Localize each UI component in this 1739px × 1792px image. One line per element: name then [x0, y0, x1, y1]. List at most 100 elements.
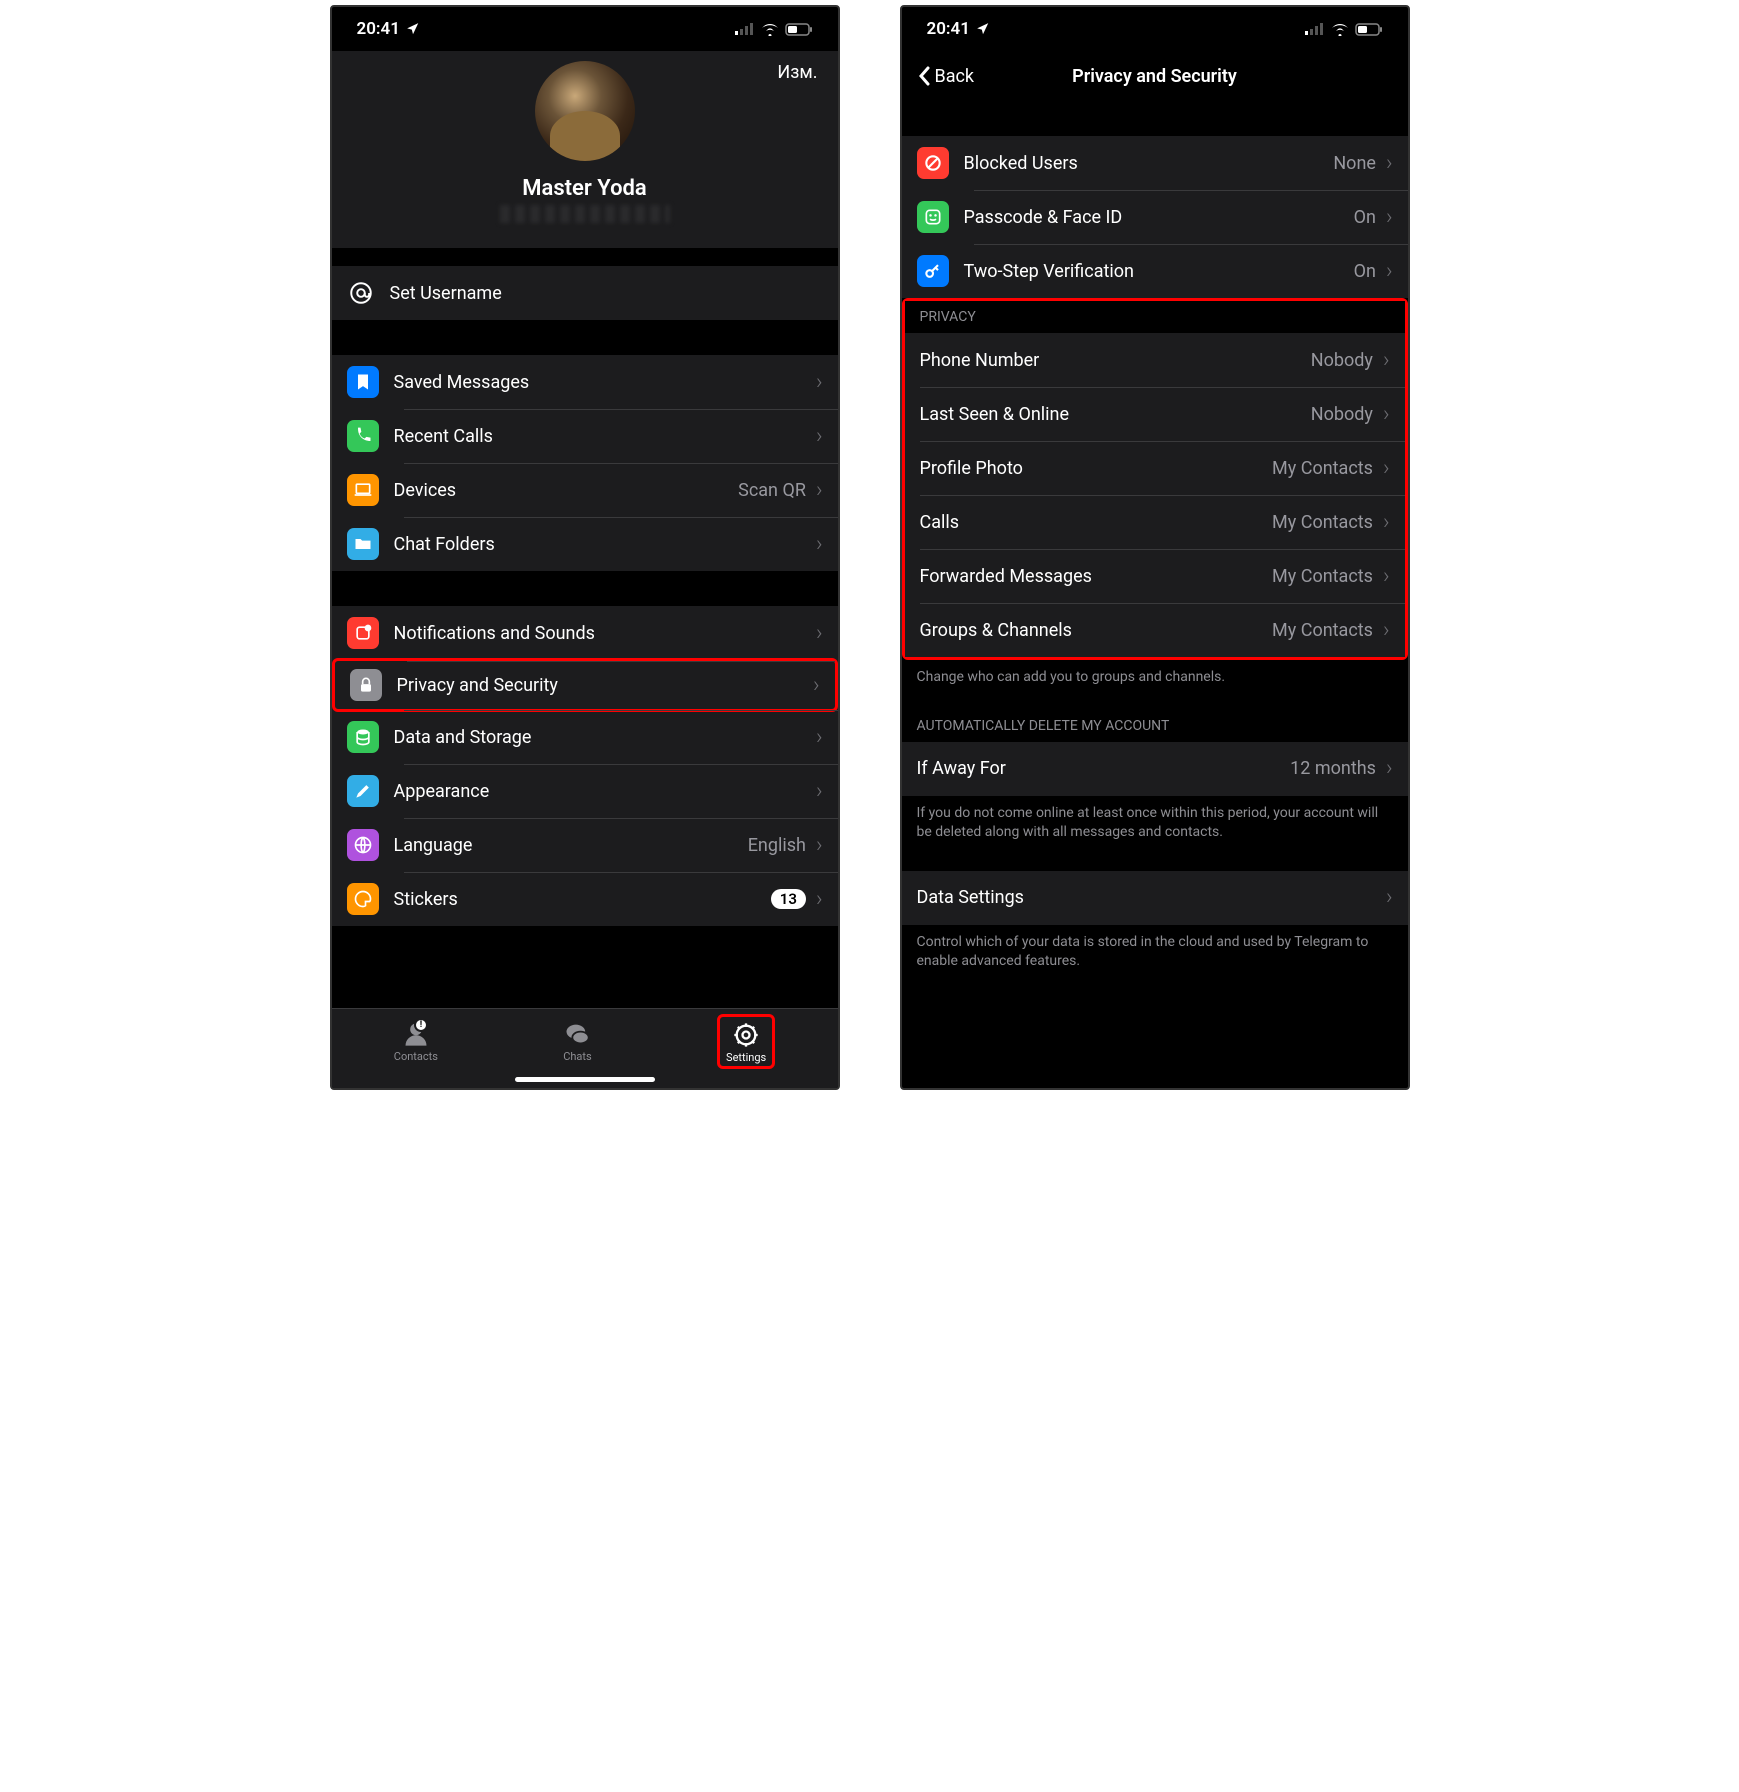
settings-g2-row-1[interactable]: Recent Calls› [332, 409, 838, 463]
contacts-badge-icon: ! [414, 1018, 428, 1032]
security-row-0[interactable]: Blocked UsersNone › [902, 136, 1408, 190]
settings-g3-row-4[interactable]: LanguageEnglish› [332, 818, 838, 872]
if-away-for-row[interactable]: If Away For 12 months › [902, 742, 1408, 796]
settings-g3-badge-5: 13 [771, 889, 806, 909]
section-footer-data: Control which of your data is stored in … [902, 925, 1408, 982]
chevron-right-icon: › [1383, 564, 1390, 589]
if-away-label: If Away For [917, 758, 1291, 779]
settings-g3-row-0[interactable]: Notifications and Sounds› [332, 606, 838, 660]
tab-chats[interactable]: Chats [562, 1020, 592, 1063]
privacy-label-2: Profile Photo [920, 458, 1273, 479]
privacy-row-0[interactable]: Phone NumberNobody› [905, 333, 1405, 387]
chevron-right-icon: › [1386, 151, 1393, 176]
security-label-0: Blocked Users [964, 153, 1334, 174]
db-icon [347, 721, 379, 753]
data-settings-label: Data Settings [917, 887, 1386, 908]
security-row-2[interactable]: Two-Step VerificationOn › [902, 244, 1408, 298]
tab-settings-label: Settings [726, 1051, 766, 1064]
edit-button[interactable]: Изм. [777, 62, 817, 83]
settings-g2-row-3[interactable]: Chat Folders› [332, 517, 838, 571]
privacy-row-5[interactable]: Groups & ChannelsMy Contacts› [905, 603, 1405, 657]
globe-icon [347, 829, 379, 861]
block-icon [917, 147, 949, 179]
back-label: Back [935, 66, 975, 87]
privacy-value-3: My Contacts [1272, 512, 1373, 533]
face-icon [917, 201, 949, 233]
signal-icon [735, 23, 755, 35]
settings-g2-value-2: Scan QR [738, 480, 806, 501]
set-username-label: Set Username [390, 283, 823, 304]
settings-g3-row-1[interactable]: Privacy and Security› [332, 658, 838, 712]
status-time: 20:41 [357, 19, 400, 39]
chevron-right-icon: › [1383, 510, 1390, 535]
settings-g2-row-0[interactable]: Saved Messages› [332, 355, 838, 409]
settings-g3-label-0: Notifications and Sounds [394, 623, 816, 644]
page-title: Privacy and Security [1072, 66, 1237, 87]
privacy-row-1[interactable]: Last Seen & OnlineNobody› [905, 387, 1405, 441]
chevron-right-icon: › [816, 424, 823, 449]
chevron-left-icon [917, 66, 931, 86]
chevron-right-icon: › [1383, 348, 1390, 373]
if-away-value: 12 months [1290, 758, 1376, 779]
profile-header: Изм. Master Yoda [332, 51, 838, 248]
security-label-1: Passcode & Face ID [964, 207, 1354, 228]
sticker-icon [347, 883, 379, 915]
chevron-right-icon: › [816, 478, 823, 503]
tab-bar: ! Contacts Chats Settings [332, 1008, 838, 1088]
chevron-right-icon: › [813, 673, 820, 698]
profile-phone-blurred [500, 205, 670, 223]
privacy-row-3[interactable]: CallsMy Contacts› [905, 495, 1405, 549]
privacy-label-1: Last Seen & Online [920, 404, 1311, 425]
profile-name: Master Yoda [522, 176, 646, 201]
tab-contacts-label: Contacts [394, 1050, 438, 1063]
settings-g3-label-1: Privacy and Security [397, 675, 813, 696]
chevron-right-icon: › [1386, 259, 1393, 284]
security-value-0: None [1333, 153, 1376, 174]
data-settings-row[interactable]: Data Settings › [902, 871, 1408, 925]
laptop-icon [347, 474, 379, 506]
tab-chats-label: Chats [563, 1050, 591, 1063]
privacy-value-4: My Contacts [1272, 566, 1373, 587]
privacy-row-2[interactable]: Profile PhotoMy Contacts› [905, 441, 1405, 495]
chevron-right-icon: › [1386, 885, 1393, 910]
security-value-2: On [1354, 261, 1376, 282]
settings-g2-row-2[interactable]: DevicesScan QR › [332, 463, 838, 517]
at-icon [347, 277, 375, 309]
bookmark-icon [347, 366, 379, 398]
back-button[interactable]: Back [917, 66, 975, 87]
settings-g3-row-5[interactable]: Stickers13 › [332, 872, 838, 926]
tab-settings[interactable]: Settings [717, 1014, 775, 1069]
security-row-1[interactable]: Passcode & Face IDOn› [902, 190, 1408, 244]
settings-g3-row-2[interactable]: Data and Storage› [332, 710, 838, 764]
settings-g2-label-3: Chat Folders [394, 534, 816, 555]
chevron-right-icon: › [816, 887, 823, 912]
folder-icon [347, 528, 379, 560]
security-label-2: Two-Step Verification [964, 261, 1354, 282]
settings-g3-value-4: English [748, 835, 806, 856]
settings-g2-label-2: Devices [394, 480, 739, 501]
avatar[interactable] [535, 61, 635, 161]
privacy-value-0: Nobody [1311, 350, 1373, 371]
privacy-label-5: Groups & Channels [920, 620, 1273, 641]
phone-icon [347, 420, 379, 452]
chevron-right-icon: › [816, 725, 823, 750]
chevron-right-icon: › [1383, 618, 1390, 643]
wifi-icon [761, 23, 779, 36]
settings-g3-row-3[interactable]: Appearance› [332, 764, 838, 818]
privacy-row-4[interactable]: Forwarded MessagesMy Contacts› [905, 549, 1405, 603]
section-header-autodelete: AUTOMATICALLY DELETE MY ACCOUNT [902, 698, 1408, 742]
set-username-row[interactable]: Set Username [332, 266, 838, 320]
settings-g3-label-4: Language [394, 835, 748, 856]
chevron-right-icon: › [816, 621, 823, 646]
privacy-value-1: Nobody [1311, 404, 1373, 425]
status-bar: 20:41 [332, 7, 838, 51]
key-icon [917, 255, 949, 287]
navbar: Back Privacy and Security [902, 51, 1408, 101]
status-time: 20:41 [927, 19, 970, 39]
tab-contacts[interactable]: ! Contacts [394, 1020, 438, 1063]
status-bar: 20:41 [902, 7, 1408, 51]
chevron-right-icon: › [816, 779, 823, 804]
settings-g3-label-5: Stickers [394, 889, 771, 910]
section-footer-privacy: Change who can add you to groups and cha… [902, 660, 1408, 698]
brush-icon [347, 775, 379, 807]
